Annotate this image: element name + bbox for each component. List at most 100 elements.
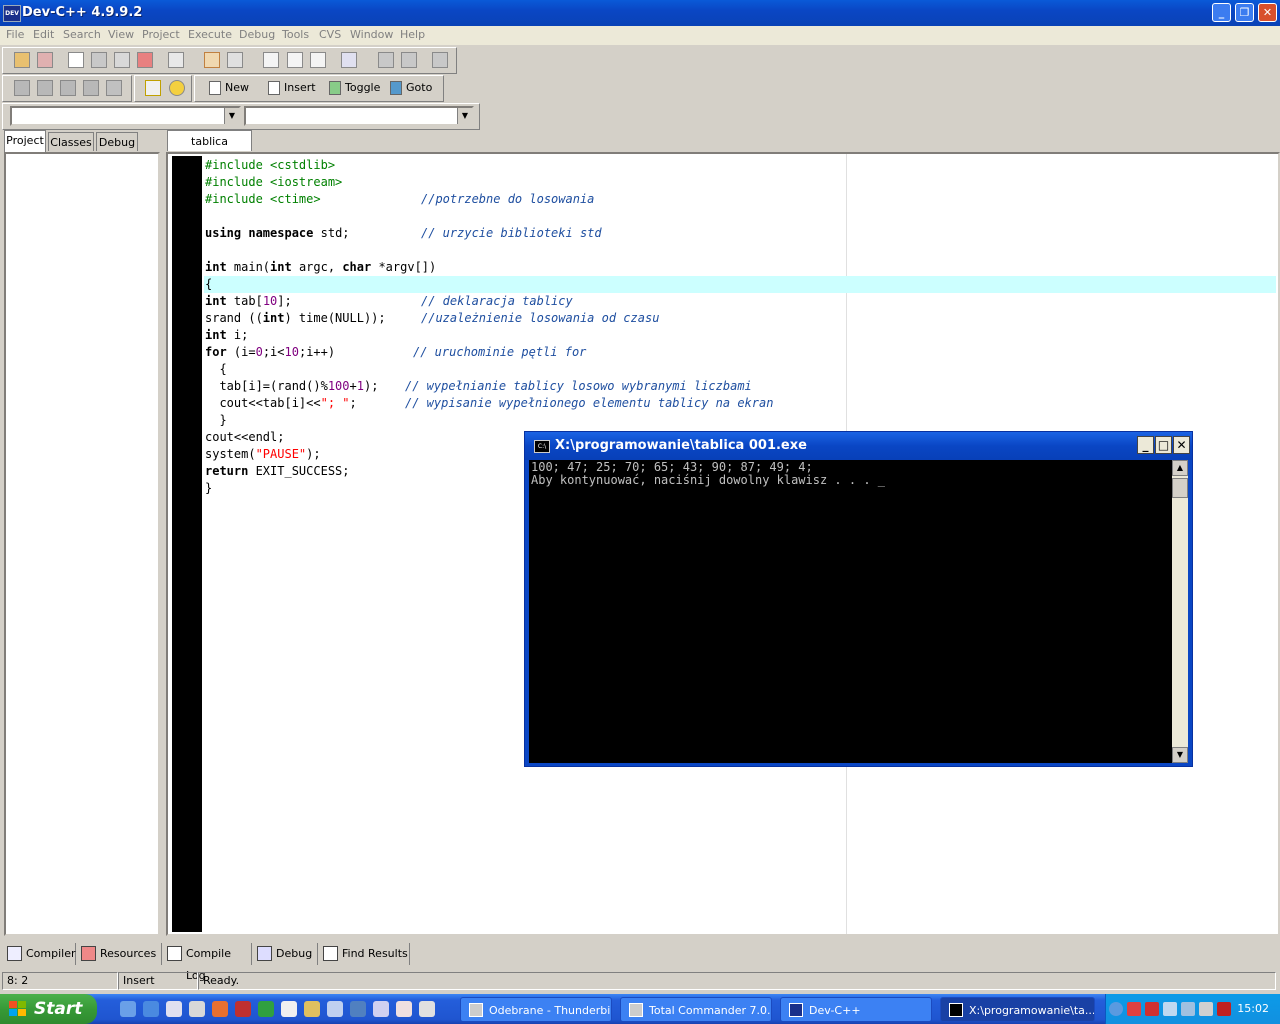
console-minimize-button[interactable]: _ — [1137, 436, 1154, 454]
menu-bar: File Edit Search View Project Execute De… — [0, 26, 1280, 45]
quicklaunch-notepad-icon[interactable] — [419, 1001, 435, 1017]
project-panel[interactable] — [4, 152, 160, 936]
help-icon[interactable] — [145, 80, 161, 96]
scroll-down-icon[interactable]: ▼ — [1172, 747, 1188, 763]
save-icon[interactable] — [91, 52, 107, 68]
console-window[interactable]: C:\ X:\programowanie\tablica 001.exe _ □… — [524, 431, 1193, 767]
console-close-button[interactable]: ✕ — [1173, 436, 1190, 454]
task-console[interactable]: X:\programowanie\ta... — [940, 997, 1095, 1022]
tab-resources[interactable]: Resources — [78, 943, 162, 965]
menu-file[interactable]: File — [6, 28, 24, 41]
quicklaunch-check-icon[interactable] — [396, 1001, 412, 1017]
close-button[interactable]: ✕ — [1258, 3, 1277, 22]
chevron-down-icon[interactable]: ▼ — [224, 108, 239, 124]
redo-icon[interactable] — [227, 52, 243, 68]
open-project-icon[interactable] — [14, 52, 30, 68]
menu-help[interactable]: Help — [400, 28, 425, 41]
tray-volume-icon[interactable] — [1199, 1002, 1213, 1016]
indent-icon[interactable] — [401, 52, 417, 68]
task-thunderbird[interactable]: Odebrane - Thunderbird — [460, 997, 612, 1022]
console-scrollbar[interactable]: ▲ ▼ — [1172, 460, 1188, 763]
tab-debug[interactable]: Debug — [96, 132, 138, 151]
debug-check-icon[interactable] — [106, 80, 122, 96]
tab-project[interactable]: Project — [4, 130, 46, 152]
menu-edit[interactable]: Edit — [33, 28, 54, 41]
scroll-up-icon[interactable]: ▲ — [1172, 460, 1188, 476]
console-title-bar[interactable]: C:\ X:\programowanie\tablica 001.exe _ □… — [525, 432, 1192, 460]
tab-file[interactable]: tablica 001.cpp — [167, 130, 252, 169]
scroll-thumb[interactable] — [1172, 478, 1188, 498]
goto-line-icon[interactable] — [341, 52, 357, 68]
menu-project[interactable]: Project — [142, 28, 180, 41]
new-class-button[interactable]: New — [209, 79, 249, 97]
about-icon[interactable] — [169, 80, 185, 96]
quicklaunch-desktop-icon[interactable] — [120, 1001, 136, 1017]
maximize-button[interactable]: ❐ — [1235, 3, 1254, 22]
run-icon[interactable] — [37, 80, 53, 96]
close-file-icon[interactable] — [137, 52, 153, 68]
save-all-icon[interactable] — [114, 52, 130, 68]
task-total-commander[interactable]: Total Commander 7.0... — [620, 997, 772, 1022]
menu-view[interactable]: View — [108, 28, 134, 41]
new-file-icon[interactable] — [68, 52, 84, 68]
console-output[interactable]: 100; 47; 25; 70; 65; 43; 90; 87; 49; 4; … — [529, 460, 1172, 763]
menu-debug[interactable]: Debug — [239, 28, 275, 41]
quicklaunch-excel-icon[interactable] — [258, 1001, 274, 1017]
toggle-bookmark-button[interactable]: Toggle — [329, 79, 380, 97]
menu-execute[interactable]: Execute — [188, 28, 232, 41]
current-line-highlight — [204, 276, 1276, 293]
unindent-icon[interactable] — [378, 52, 394, 68]
compile-icon[interactable] — [14, 80, 30, 96]
status-mode: Insert — [118, 972, 198, 990]
clock[interactable]: 15:02 — [1237, 994, 1269, 1024]
code-line: int tab[10];// deklaracja tablicy — [205, 294, 573, 308]
code-line: cout<<tab[i]<<"; ";// wypisanie wypełnio… — [205, 396, 774, 410]
task-devcpp[interactable]: Dev-C++ — [780, 997, 932, 1022]
console-maximize-button[interactable]: □ — [1155, 436, 1172, 454]
tab-classes[interactable]: Classes — [48, 132, 94, 151]
menu-cvs[interactable]: CVS — [319, 28, 341, 41]
find-icon[interactable] — [263, 52, 279, 68]
quicklaunch-download-icon[interactable] — [373, 1001, 389, 1017]
find-next-icon[interactable] — [310, 52, 326, 68]
quicklaunch-pdf-icon[interactable] — [235, 1001, 251, 1017]
quicklaunch-ie-icon[interactable] — [143, 1001, 159, 1017]
code-line: #include <ctime>//potrzebne do losowania — [205, 192, 595, 206]
member-combo[interactable]: ▼ — [244, 106, 474, 126]
rebuild-icon[interactable] — [83, 80, 99, 96]
tray-k-icon[interactable] — [1145, 1002, 1159, 1016]
goto-bookmark-button[interactable]: Goto — [390, 79, 432, 97]
menu-tools[interactable]: Tools — [282, 28, 309, 41]
tray-ati-icon[interactable] — [1217, 1002, 1231, 1016]
quicklaunch-media-icon[interactable] — [166, 1001, 182, 1017]
menu-search[interactable]: Search — [63, 28, 101, 41]
replace-icon[interactable] — [287, 52, 303, 68]
tab-find-results[interactable]: Find Results — [320, 943, 410, 965]
quicklaunch-word-icon[interactable] — [281, 1001, 297, 1017]
class-combo[interactable]: ▼ — [10, 106, 241, 126]
tray-expand-icon[interactable] — [1109, 1002, 1123, 1016]
tray-network-icon[interactable] — [1181, 1002, 1195, 1016]
undo-icon[interactable] — [204, 52, 220, 68]
resources-icon — [81, 946, 96, 961]
quicklaunch-app2-icon[interactable] — [350, 1001, 366, 1017]
tray-app-icon[interactable] — [1127, 1002, 1141, 1016]
quicklaunch-app-icon[interactable] — [189, 1001, 205, 1017]
insert-button[interactable]: Insert — [268, 79, 316, 97]
quicklaunch-folder-icon[interactable] — [304, 1001, 320, 1017]
minimize-button[interactable]: _ — [1212, 3, 1231, 22]
quicklaunch-network-icon[interactable] — [327, 1001, 343, 1017]
tab-debug-output[interactable]: Debug — [254, 943, 318, 965]
options-icon[interactable] — [432, 52, 448, 68]
start-button[interactable]: Start — [0, 994, 97, 1024]
tab-compiler[interactable]: Compiler — [4, 943, 76, 965]
tab-compile-log[interactable]: Compile Log — [164, 943, 252, 982]
close-project-icon[interactable] — [37, 52, 53, 68]
tab-label: Debug — [276, 947, 313, 960]
menu-window[interactable]: Window — [350, 28, 393, 41]
tray-shield-icon[interactable] — [1163, 1002, 1177, 1016]
print-icon[interactable] — [168, 52, 184, 68]
chevron-down-icon[interactable]: ▼ — [457, 108, 472, 124]
compile-run-icon[interactable] — [60, 80, 76, 96]
quicklaunch-firefox-icon[interactable] — [212, 1001, 228, 1017]
